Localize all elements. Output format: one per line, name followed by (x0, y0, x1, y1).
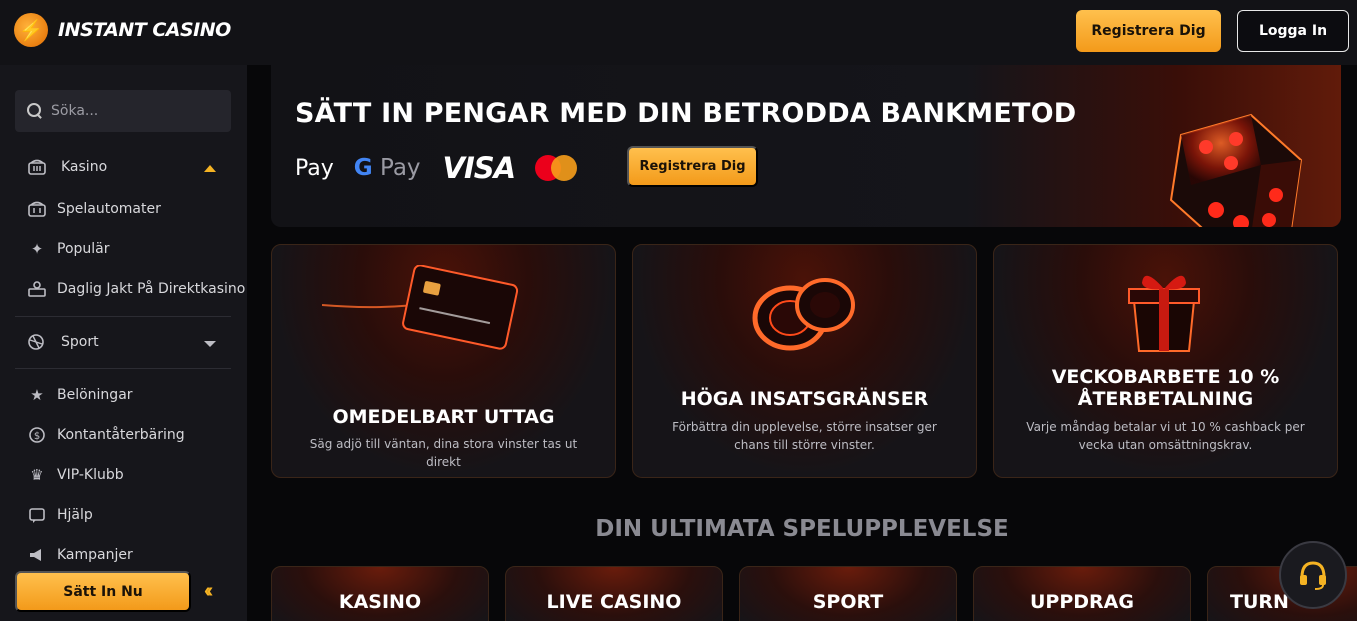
sidebar-item-daily-hunt[interactable]: Daglig Jakt På Direktkasino (27, 280, 245, 298)
search-icon (27, 103, 43, 119)
sidebar-item-spelautomater[interactable]: Spelautomater (27, 200, 161, 218)
sidebar-item-kasino[interactable]: Kasino (27, 158, 107, 176)
category-label: UPPDRAG (1030, 591, 1134, 613)
sidebar-item-campaigns[interactable]: Kampanjer (27, 546, 133, 564)
sidebar-item-label: Sport (61, 334, 99, 350)
feature-card-weekly-cashback: VECKOBARBETE 10 % ÅTERBETALNING Varje må… (993, 244, 1338, 478)
sidebar-item-label: Belöningar (57, 387, 133, 403)
support-chat-button[interactable] (1279, 541, 1347, 609)
google-g-icon: G (353, 155, 373, 181)
sidebar-item-rewards[interactable]: ★ Belöningar (27, 386, 133, 404)
category-label: KASINO (338, 591, 422, 613)
category-card-sport[interactable]: SPORT (739, 566, 957, 621)
search-input[interactable]: Söka... (15, 90, 231, 132)
main-content: SÄTT IN PENGAR MED DIN BETRODDA BANKMETO… (247, 65, 1357, 621)
sidebar-item-label: Daglig Jakt På Direktkasino (57, 281, 246, 297)
feature-title: VECKOBARBETE 10 % ÅTERBETALNING (1051, 366, 1280, 410)
sidebar-item-cashback[interactable]: $ Kontantåterbäring (27, 426, 185, 444)
divider (15, 316, 231, 317)
search-placeholder: Söka... (51, 103, 99, 119)
sidebar-item-label: VIP-Klubb (57, 467, 124, 483)
register-button[interactable]: Registrera Dig (1076, 10, 1221, 52)
divider (15, 368, 231, 369)
feature-card-high-limits: HÖGA INSATSGRÄNSER Förbättra din uppleve… (632, 244, 977, 478)
feature-desc: Säg adjö till väntan, dina stora vinster… (309, 437, 578, 469)
crown-icon: ♛ (30, 466, 44, 484)
feature-title: HÖGA INSATSGRÄNSER (680, 388, 929, 410)
lightning-bolt-icon: ⚡ (14, 13, 48, 47)
apple-pay-text: Pay (295, 155, 334, 181)
deposit-banner: SÄTT IN PENGAR MED DIN BETRODDA BANKMETO… (271, 65, 1341, 227)
dice-icon (1169, 113, 1303, 227)
casino-chips-icon (752, 278, 855, 351)
sidebar-item-label: Kasino (61, 159, 108, 175)
feature-desc: Förbättra din upplevelse, större insatse… (672, 420, 937, 452)
casino-icon (27, 158, 47, 176)
help-icon (27, 506, 47, 524)
collapse-sidebar-icon[interactable]: ‹‹ (204, 580, 214, 603)
megaphone-icon (27, 546, 47, 564)
sidebar-item-label: Populär (57, 241, 110, 257)
headset-icon (1300, 561, 1326, 590)
sidebar: Söka... Kasino Spelautomater ✦ Populär D… (0, 65, 247, 621)
category-label: SPORT (812, 591, 884, 613)
slot-machine-icon (27, 200, 47, 218)
section-title: DIN ULTIMATA SPELUPPLEVELSE (595, 516, 1009, 542)
banner-title: SÄTT IN PENGAR MED DIN BETRODDA BANKMETO… (295, 98, 1077, 129)
mastercard-icon (535, 155, 578, 181)
sidebar-item-label: Kontantåterbäring (57, 427, 185, 443)
sidebar-item-help[interactable]: Hjälp (27, 506, 93, 524)
sidebar-item-label: Spelautomater (57, 201, 161, 217)
apple-pay-logo: Pay (295, 156, 334, 181)
sidebar-item-sport[interactable]: Sport (27, 333, 99, 351)
star-icon: ★ (30, 386, 44, 404)
category-card-kasino[interactable]: KASINO (271, 566, 489, 621)
feature-card-instant-withdrawal: OMEDELBART UTTAG Säg adjö till väntan, d… (271, 244, 616, 478)
svg-text:$: $ (34, 431, 40, 442)
logo[interactable]: ⚡ INSTANT CASINO (14, 13, 231, 47)
live-casino-icon (27, 280, 47, 298)
credit-card-icon (322, 265, 519, 350)
deposit-button[interactable]: Sätt In Nu (15, 571, 191, 612)
sport-icon (27, 333, 47, 351)
top-bar: ⚡ INSTANT CASINO Registrera Dig Logga In (0, 0, 1357, 65)
sidebar-item-label: Kampanjer (57, 547, 133, 563)
gift-box-icon (1128, 275, 1200, 352)
google-pay-text: Pay (379, 155, 421, 181)
login-button[interactable]: Logga In (1237, 10, 1349, 52)
sparkle-icon: ✦ (30, 240, 44, 258)
google-pay-logo: G Pay (354, 155, 421, 181)
banner-register-button[interactable]: Registrera Dig (627, 146, 758, 187)
cashback-icon: $ (27, 426, 47, 444)
sidebar-item-label: Hjälp (57, 507, 93, 523)
sidebar-item-popular[interactable]: ✦ Populär (27, 240, 110, 258)
category-card-uppdrag[interactable]: UPPDRAG (973, 566, 1191, 621)
sidebar-item-vip[interactable]: ♛ VIP-Klubb (27, 466, 124, 484)
visa-logo: VISA (442, 151, 517, 185)
chevron-up-icon[interactable] (204, 165, 216, 172)
category-label: LIVE CASINO (546, 591, 682, 613)
category-card-live-casino[interactable]: LIVE CASINO (505, 566, 723, 621)
feature-desc: Varje måndag betalar vi ut 10 % cashback… (1026, 420, 1305, 452)
feature-title: OMEDELBART UTTAG (332, 406, 555, 428)
brand-name: INSTANT CASINO (58, 19, 231, 41)
payment-logos: Pay G Pay VISA (295, 151, 578, 185)
chevron-down-icon[interactable] (204, 341, 216, 347)
